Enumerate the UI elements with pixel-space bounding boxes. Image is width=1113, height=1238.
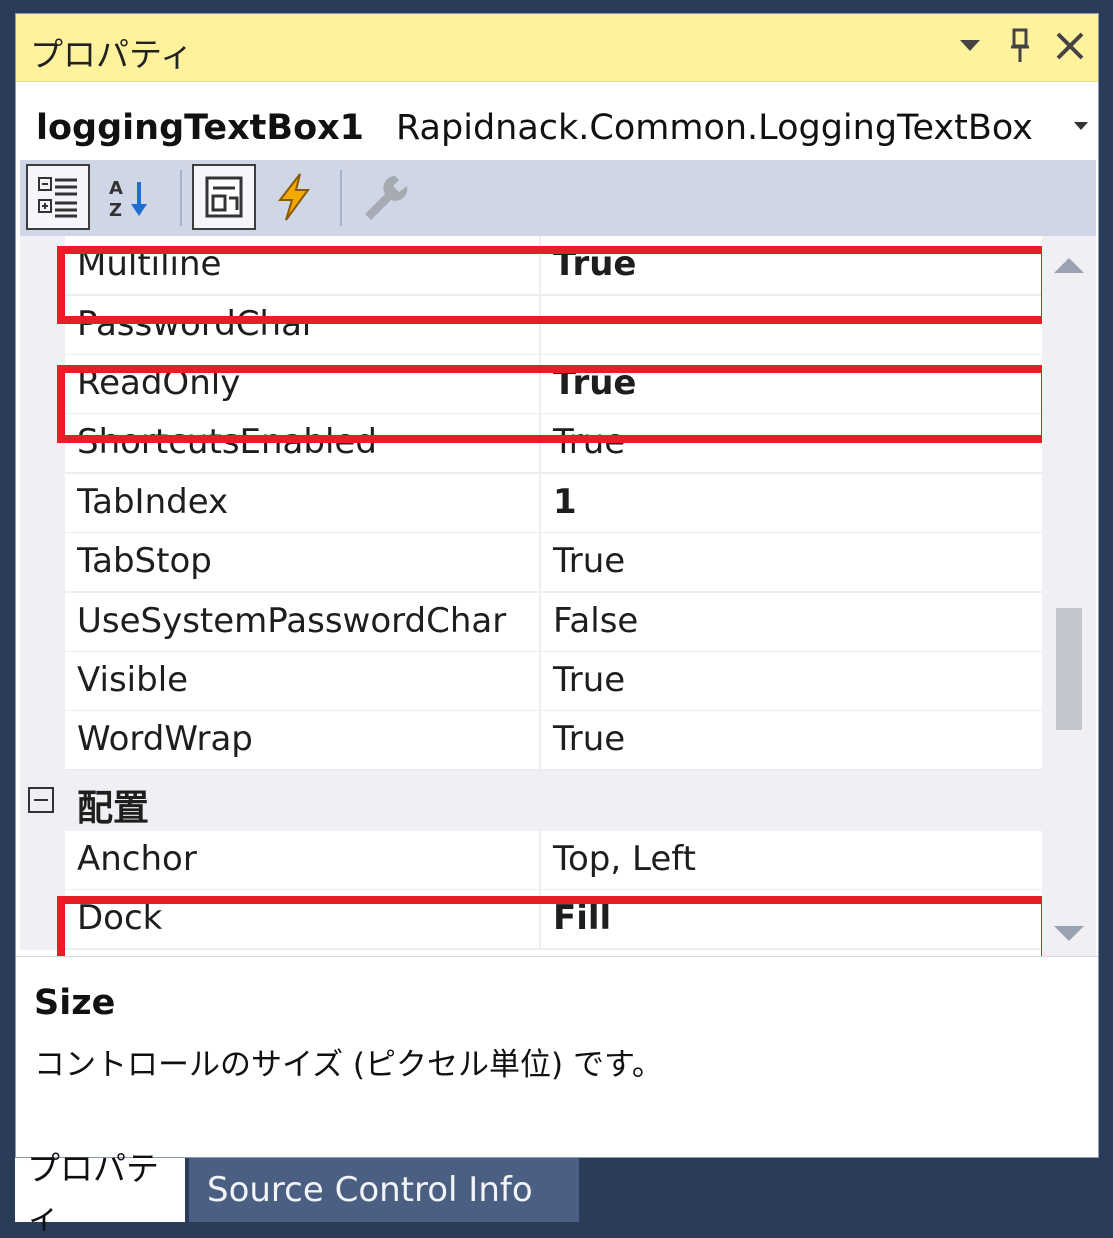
property-row-visible[interactable]: Visible True xyxy=(20,652,1042,712)
close-icon[interactable] xyxy=(1050,26,1090,66)
scroll-down-icon[interactable] xyxy=(1054,926,1084,941)
property-value[interactable]: True xyxy=(553,660,625,700)
property-name: TabIndex xyxy=(77,482,229,522)
property-value[interactable]: 1 xyxy=(553,482,577,522)
description-panel: Size コントロールのサイズ (ピクセル単位) です。 xyxy=(16,956,1098,1157)
description-title: Size xyxy=(34,983,116,1023)
properties-window: プロパティ loggingTextBox1 Rapidnack.Common.L… xyxy=(15,13,1099,1158)
svg-text:Z: Z xyxy=(109,200,122,220)
object-type: Rapidnack.Common.LoggingTextBox xyxy=(396,108,1033,148)
property-row-usesystempasswordchar[interactable]: UseSystemPasswordChar False xyxy=(20,593,1042,653)
tab-source-control-info[interactable]: Source Control Info xyxy=(189,1158,579,1222)
property-row-wordwrap[interactable]: WordWrap True xyxy=(20,711,1042,771)
property-pages-icon[interactable] xyxy=(352,164,416,230)
title-buttons xyxy=(950,26,1090,66)
property-value[interactable]: True xyxy=(553,541,625,581)
toolbar-separator xyxy=(340,170,342,226)
property-name: TabStop xyxy=(77,541,212,581)
category-layout[interactable]: 配置 xyxy=(20,771,1042,831)
alphabetical-icon[interactable]: A Z xyxy=(98,164,162,230)
panel-tabs: プロパティ Source Control Info xyxy=(15,1149,1099,1236)
chevron-down-icon[interactable] xyxy=(950,26,990,66)
tab-properties[interactable]: プロパティ xyxy=(15,1149,185,1236)
property-name: WordWrap xyxy=(77,719,253,759)
property-value[interactable]: False xyxy=(553,601,638,641)
scroll-up-icon[interactable] xyxy=(1054,258,1084,273)
highlight-box-readonly xyxy=(57,365,1042,443)
title-bar[interactable]: プロパティ xyxy=(16,14,1098,82)
collapse-icon[interactable] xyxy=(28,787,54,813)
property-row-tabindex[interactable]: TabIndex 1 xyxy=(20,474,1042,534)
toolbar-separator xyxy=(180,170,182,226)
property-value[interactable]: Top, Left xyxy=(553,839,696,879)
chevron-down-icon[interactable] xyxy=(1074,122,1088,130)
property-value[interactable]: True xyxy=(553,719,625,759)
object-name: loggingTextBox1 xyxy=(36,108,365,148)
property-name: Visible xyxy=(77,660,189,700)
property-toolbar: A Z xyxy=(20,160,1096,236)
object-selector[interactable]: loggingTextBox1 Rapidnack.Common.Logging… xyxy=(16,82,1098,170)
highlight-box-multiline xyxy=(57,246,1042,324)
pin-icon[interactable] xyxy=(1000,26,1040,66)
events-icon[interactable] xyxy=(262,164,326,230)
property-row-tabstop[interactable]: TabStop True xyxy=(20,533,1042,593)
vertical-scrollbar[interactable] xyxy=(1042,236,1096,956)
svg-text:A: A xyxy=(109,178,123,199)
scroll-thumb[interactable] xyxy=(1056,608,1082,730)
property-name: UseSystemPasswordChar xyxy=(77,601,507,641)
description-text: コントロールのサイズ (ピクセル単位) です。 xyxy=(34,1047,663,1083)
categorized-icon[interactable] xyxy=(26,164,90,230)
properties-icon[interactable] xyxy=(192,164,256,230)
property-name: Anchor xyxy=(77,839,197,879)
category-label: 配置 xyxy=(77,788,150,829)
property-grid[interactable]: Multiline True PasswordChar ReadOnly Tru… xyxy=(20,236,1042,956)
window-title: プロパティ xyxy=(30,35,194,74)
highlight-box-dock xyxy=(57,896,1042,956)
property-row-anchor[interactable]: Anchor Top, Left xyxy=(20,831,1042,891)
